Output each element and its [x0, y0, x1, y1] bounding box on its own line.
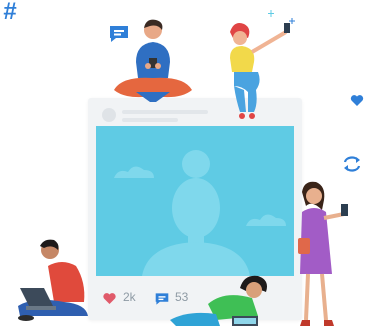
man-with-laptop — [18, 239, 88, 321]
woman-standing-with-phone — [298, 181, 348, 326]
avatar — [102, 108, 116, 122]
like-heart-icon[interactable] — [102, 292, 117, 305]
photo-illustration — [114, 150, 286, 276]
hashtag-icon: # — [3, 0, 17, 25]
woman-taking-selfie — [230, 23, 290, 119]
post-header-line — [122, 110, 208, 114]
man-sitting-with-phone — [114, 19, 192, 102]
like-count: 2k — [123, 290, 136, 304]
post-header-subline — [122, 118, 178, 122]
heart-icon — [350, 95, 364, 106]
post-photo — [96, 126, 294, 276]
refresh-icon — [343, 156, 361, 172]
woman-lying-with-tablet — [170, 275, 267, 326]
